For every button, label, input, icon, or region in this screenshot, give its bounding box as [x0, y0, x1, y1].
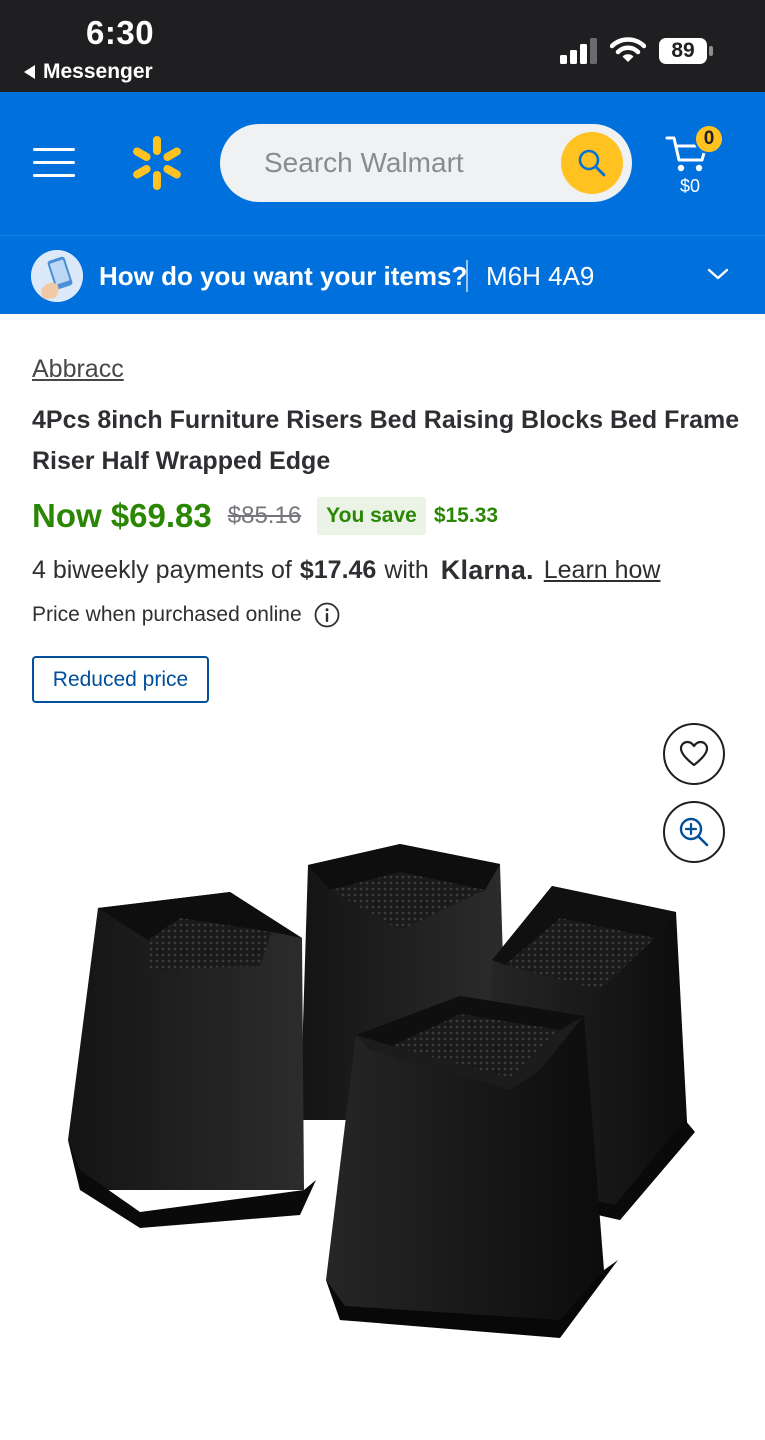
- klarna-logo: Klarna.: [440, 554, 534, 585]
- battery-level: 89: [671, 39, 695, 62]
- reduced-price-tag: Reduced price: [32, 656, 209, 703]
- walmart-spark-icon[interactable]: [128, 134, 186, 192]
- fulfillment-divider: [466, 260, 468, 292]
- installment-amount: $17.46: [299, 555, 377, 584]
- product-image[interactable]: [40, 820, 720, 1380]
- riser-left: [68, 892, 316, 1228]
- chevron-down-icon: [707, 268, 729, 280]
- original-price: $85.16: [227, 502, 302, 529]
- status-bar: 6:30 Messenger 89: [0, 0, 765, 92]
- fulfillment-phone-icon: [31, 250, 83, 302]
- back-arrow-icon: [24, 65, 35, 79]
- favorite-button[interactable]: [663, 723, 725, 785]
- learn-how-link[interactable]: Learn how: [544, 556, 661, 585]
- installment-row: 4 biweekly payments of $17.46 with Klarn…: [32, 550, 660, 590]
- hamburger-menu-icon[interactable]: [33, 144, 77, 180]
- price-note: Price when purchased online: [32, 600, 340, 630]
- search-bar: [220, 124, 632, 202]
- search-icon: [578, 149, 606, 177]
- riser-front: [326, 996, 618, 1338]
- zoom-button[interactable]: [663, 801, 725, 863]
- product-title: 4Pcs 8inch Furniture Risers Bed Raising …: [32, 406, 740, 475]
- battery-indicator: 89: [658, 37, 714, 65]
- price-row: Now $69.83 $85.16 You save $15.33: [32, 494, 498, 538]
- price-note-text: Price when purchased online: [32, 603, 302, 626]
- info-icon[interactable]: [314, 602, 340, 628]
- search-button[interactable]: [561, 132, 623, 194]
- fulfillment-selector[interactable]: How do you want your items? M6H 4A9: [0, 235, 765, 314]
- installment-with: with: [384, 555, 429, 584]
- cart-count-badge: 0: [694, 124, 724, 154]
- cart-button[interactable]: 0 $0: [660, 124, 730, 208]
- cellular-signal-icon: [560, 38, 597, 64]
- installment-prefix: 4 biweekly payments of: [32, 555, 292, 584]
- cart-total: $0: [679, 176, 701, 196]
- current-price: Now $69.83: [32, 497, 212, 534]
- brand-link[interactable]: Abbracc: [32, 355, 124, 384]
- back-to-app-link[interactable]: Messenger: [24, 60, 153, 84]
- fulfillment-prompt: How do you want your items?: [99, 261, 468, 291]
- zoom-in-icon: [679, 817, 709, 847]
- savings-amount: $15.33: [433, 504, 499, 527]
- back-app-label: Messenger: [43, 60, 153, 83]
- postal-code: M6H 4A9: [486, 261, 595, 291]
- savings-badge: You save: [317, 497, 426, 535]
- wifi-icon: [610, 37, 646, 62]
- status-time: 6:30: [86, 14, 155, 51]
- heart-icon: [679, 740, 709, 767]
- search-input[interactable]: [264, 138, 554, 188]
- site-header: 0 $0: [0, 92, 765, 235]
